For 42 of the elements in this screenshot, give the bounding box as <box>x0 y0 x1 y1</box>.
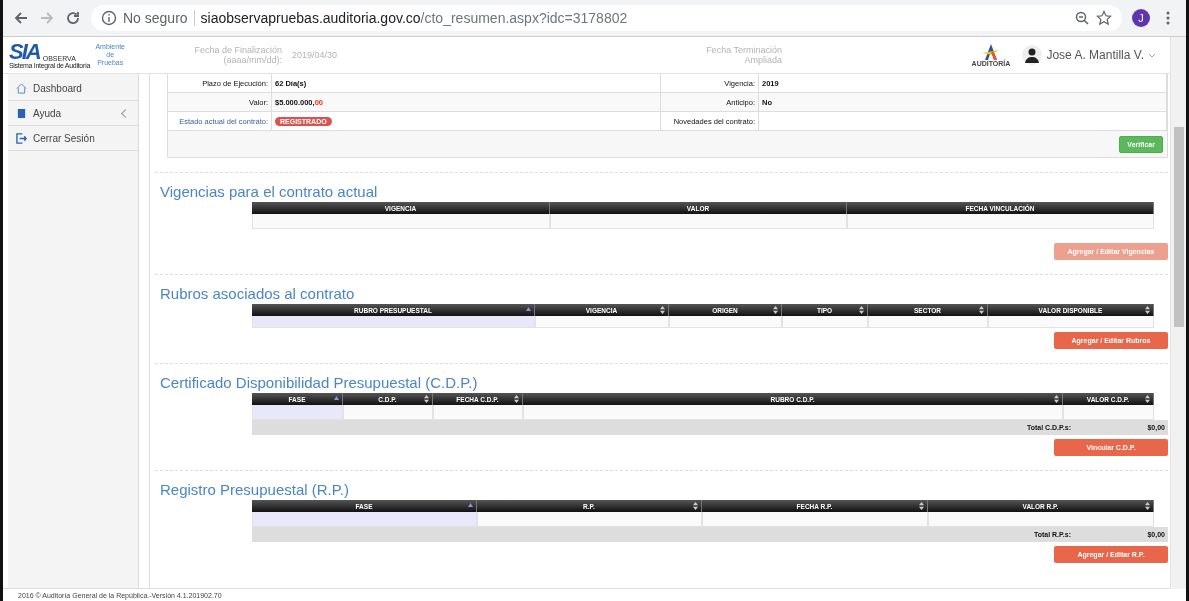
section-title: Registro Presupuestal (R.P.) <box>160 481 350 498</box>
sort-ascending-icon[interactable] <box>526 306 531 314</box>
profile-avatar[interactable]: J <box>1132 9 1150 27</box>
sort-icon[interactable] <box>660 306 665 314</box>
exit-icon <box>16 132 27 144</box>
sort-icon[interactable] <box>693 502 698 510</box>
sort-icon[interactable] <box>1145 395 1150 403</box>
sort-icon[interactable] <box>859 306 864 314</box>
security-label: No seguro <box>123 10 188 26</box>
faded-text: Fecha de Finalización (aaaa/mm/dd): <box>193 45 282 65</box>
scrollbar-thumb[interactable] <box>1174 127 1184 327</box>
address-bar[interactable]: No seguro siaobservapruebas.auditoria.gov.co/cto_resumen.aspx?idc=3178802 <box>91 5 1122 31</box>
section-title: Vigencias para el contrato actual <box>160 183 379 200</box>
sort-icon[interactable] <box>919 502 924 510</box>
user-name[interactable]: Jose A. Mantilla V. <box>1046 48 1144 62</box>
url-text: siaobservapruebas.auditoria.gov.co/cto_resumen.aspx?idc=3178802 <box>193 10 628 26</box>
home-icon <box>16 82 27 94</box>
sort-icon[interactable] <box>1054 395 1059 403</box>
sort-icon[interactable] <box>979 306 984 314</box>
section-title: Rubros asociados al contrato <box>160 285 356 302</box>
faded-text: 2019/04/30 <box>292 50 339 60</box>
sort-ascending-icon[interactable] <box>468 502 473 510</box>
sort-icon[interactable] <box>1145 502 1150 510</box>
sort-icon[interactable] <box>514 395 519 403</box>
logo-text: SIA <box>9 41 40 62</box>
book-icon <box>16 107 27 119</box>
sort-ascending-icon[interactable] <box>334 395 339 403</box>
sort-icon[interactable] <box>424 395 429 403</box>
zoom-icon[interactable] <box>1074 10 1090 26</box>
sidebar-item[interactable]: Dashboard <box>8 76 138 101</box>
user-icon[interactable] <box>1022 45 1043 65</box>
back-icon[interactable] <box>13 10 29 26</box>
scrollbar[interactable] <box>1170 37 1186 589</box>
star-icon[interactable] <box>1096 10 1112 26</box>
sidebar-item[interactable]: Ayuda <box>8 101 138 126</box>
info-icon[interactable] <box>101 10 117 26</box>
faded-text: Fecha Terminación Ampliada <box>705 45 782 65</box>
sort-icon[interactable] <box>1145 306 1150 314</box>
reload-icon[interactable] <box>65 10 81 26</box>
sort-icon[interactable] <box>773 306 778 314</box>
sidebar-item[interactable]: Cerrar Sesión <box>8 126 138 151</box>
section-title: Certificado Disponibilidad Presupuestal (C.D.P.) <box>160 374 479 391</box>
